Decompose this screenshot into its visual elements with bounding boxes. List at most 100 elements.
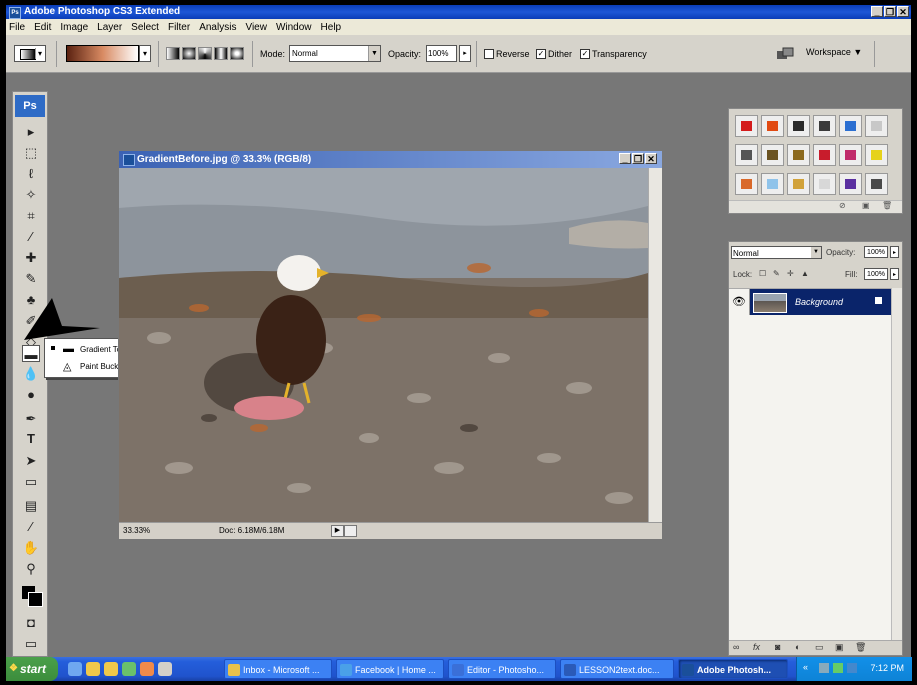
swatch[interactable] xyxy=(761,173,784,195)
layer-style-icon[interactable]: fx xyxy=(753,642,760,652)
mode-select[interactable]: Normal ▼ xyxy=(289,45,381,62)
dither-checkbox[interactable]: ✓ xyxy=(536,49,546,59)
close-button[interactable]: ✕ xyxy=(645,153,657,164)
lock-position-icon[interactable]: ✛ xyxy=(787,269,794,278)
new-swatch-icon[interactable]: ▣ xyxy=(862,201,870,210)
menu-file[interactable]: File xyxy=(9,22,25,33)
menu-layer[interactable]: Layer xyxy=(97,22,122,33)
workspace-icon[interactable] xyxy=(776,47,794,61)
magic-wand-tool-icon[interactable]: ✧ xyxy=(22,186,40,203)
swatch[interactable] xyxy=(787,144,810,166)
firefox-icon[interactable] xyxy=(140,662,154,676)
new-group-icon[interactable]: ▭ xyxy=(815,642,824,653)
gradient-picker[interactable] xyxy=(66,45,139,62)
taskbar-button[interactable]: Facebook | Home ... xyxy=(336,659,444,679)
tool-preset-picker[interactable]: ▾ xyxy=(14,45,46,62)
swatch[interactable] xyxy=(735,115,758,137)
tray-expand-button[interactable]: « xyxy=(803,662,808,672)
hand-tool-icon[interactable]: ✋ xyxy=(22,539,40,556)
swatch[interactable] xyxy=(813,173,836,195)
zoom-level[interactable]: 33.33% xyxy=(123,526,150,535)
marquee-tool-icon[interactable]: ⬚ xyxy=(22,144,40,161)
layer-mask-icon[interactable]: ◙ xyxy=(775,642,780,652)
brush-tool-icon[interactable]: ✎ xyxy=(22,270,40,287)
screen-mode-icon[interactable]: ▭ xyxy=(22,635,40,652)
menu-image[interactable]: Image xyxy=(60,22,88,33)
zoom-tool-icon[interactable]: ⚲ xyxy=(22,560,40,577)
blur-tool-icon[interactable]: 💧 xyxy=(22,365,40,382)
new-layer-icon[interactable]: ▣ xyxy=(835,642,844,653)
swatch[interactable] xyxy=(813,115,836,137)
swatch[interactable] xyxy=(761,144,784,166)
swatch[interactable] xyxy=(813,144,836,166)
layer-opacity-input[interactable]: 100% xyxy=(864,246,888,258)
gradient-picker-dropdown[interactable]: ▾ xyxy=(139,45,151,62)
menu-view[interactable]: View xyxy=(245,22,267,33)
document-vertical-scrollbar[interactable] xyxy=(648,168,662,523)
canvas-photo[interactable] xyxy=(119,168,648,523)
close-button[interactable]: ✕ xyxy=(897,6,909,17)
document-title-bar[interactable]: GradientBefore.jpg @ 33.3% (RGB/8) _ ❐ ✕ xyxy=(119,151,662,168)
status-menu-arrow[interactable]: ▶ xyxy=(331,525,344,537)
menu-window[interactable]: Window xyxy=(276,22,312,33)
menu-help[interactable]: Help xyxy=(321,22,342,33)
transparency-checkbox[interactable]: ✓ xyxy=(580,49,590,59)
taskbar-button[interactable]: LESSON2text.doc... xyxy=(560,659,674,679)
opacity-input[interactable]: 100% xyxy=(426,45,457,62)
minimize-button[interactable]: _ xyxy=(619,153,631,164)
swatch[interactable] xyxy=(839,115,862,137)
taskbar-button[interactable]: Adobe Photosh... xyxy=(678,659,788,679)
notes-tool-icon[interactable]: ▤ xyxy=(22,497,40,514)
maximize-button[interactable]: ❐ xyxy=(884,6,896,17)
menu-analysis[interactable]: Analysis xyxy=(199,22,236,33)
blend-mode-select[interactable]: Normal ▼ xyxy=(731,246,822,259)
eye-icon[interactable]: 👁 xyxy=(729,289,750,315)
lock-image-icon[interactable]: ✎ xyxy=(773,269,780,278)
adjustment-layer-icon[interactable]: ◐ xyxy=(795,642,800,652)
swatch[interactable] xyxy=(735,173,758,195)
show-desktop-icon[interactable] xyxy=(158,662,172,676)
taskbar-button[interactable]: Inbox - Microsoft ... xyxy=(224,659,332,679)
angle-gradient-button[interactable] xyxy=(198,47,212,60)
swatch[interactable] xyxy=(787,173,810,195)
fill-input[interactable]: 100% xyxy=(864,268,888,280)
linear-gradient-button[interactable] xyxy=(166,47,180,60)
lock-transparent-icon[interactable]: ☐ xyxy=(759,269,766,278)
ie-icon[interactable] xyxy=(68,662,82,676)
layer-row-background[interactable]: 👁 Background xyxy=(729,289,891,315)
reverse-checkbox[interactable] xyxy=(484,49,494,59)
crop-tool-icon[interactable]: ⌗ xyxy=(22,207,40,224)
explorer-icon[interactable] xyxy=(104,662,118,676)
swatch[interactable] xyxy=(839,173,862,195)
healing-brush-tool-icon[interactable]: ✚ xyxy=(22,249,40,266)
radial-gradient-button[interactable] xyxy=(182,47,196,60)
swatch[interactable] xyxy=(865,115,888,137)
swatch[interactable] xyxy=(787,115,810,137)
folder-icon[interactable] xyxy=(86,662,100,676)
swatch[interactable] xyxy=(839,144,862,166)
ps-logo[interactable]: Ps xyxy=(15,95,45,117)
layer-opacity-arrow[interactable]: ▸ xyxy=(890,246,899,258)
type-tool-icon[interactable]: T xyxy=(22,430,40,447)
lasso-tool-icon[interactable]: ℓ xyxy=(22,165,40,182)
swatch[interactable] xyxy=(865,173,888,195)
trash-icon[interactable]: 🗑 xyxy=(882,201,892,210)
maximize-button[interactable]: ❐ xyxy=(632,153,644,164)
diamond-gradient-button[interactable] xyxy=(230,47,244,60)
path-selection-tool-icon[interactable]: ➤ xyxy=(22,452,40,469)
minimize-button[interactable]: _ xyxy=(871,6,883,17)
quick-mask-icon[interactable]: ◘ xyxy=(22,614,40,631)
eyedropper-tool-icon[interactable]: ⁄ xyxy=(22,518,40,535)
shape-tool-icon[interactable]: ▭ xyxy=(22,473,40,490)
menu-select[interactable]: Select xyxy=(131,22,159,33)
swatch[interactable] xyxy=(865,144,888,166)
swatch[interactable] xyxy=(761,115,784,137)
workspace-button[interactable]: Workspace ▼ xyxy=(806,47,862,57)
layers-scrollbar[interactable] xyxy=(891,288,902,642)
reflected-gradient-button[interactable] xyxy=(214,47,228,60)
no-color-icon[interactable]: ⊘ xyxy=(839,201,846,210)
menu-edit[interactable]: Edit xyxy=(34,22,51,33)
slice-tool-icon[interactable]: ⁄ xyxy=(22,228,40,245)
background-color-swatch[interactable] xyxy=(28,592,43,607)
horizontal-scrollbar[interactable] xyxy=(344,525,357,537)
